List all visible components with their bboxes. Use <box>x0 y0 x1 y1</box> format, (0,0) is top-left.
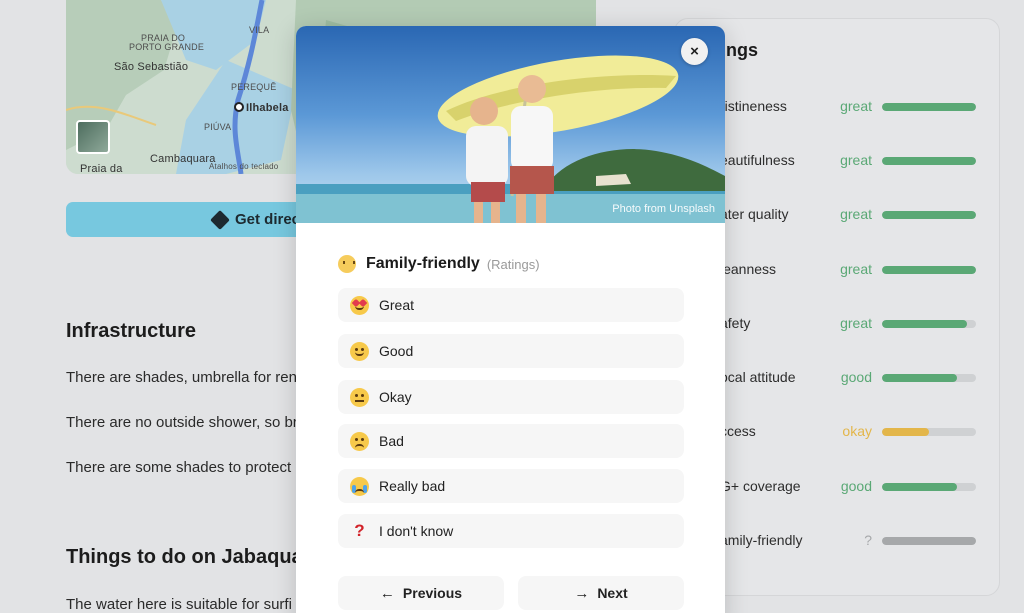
rating-name: ristineness <box>720 98 787 114</box>
rating-bar-fill <box>882 374 958 382</box>
map-label: Cambaquara <box>150 153 216 165</box>
baby-face-icon <box>338 255 356 273</box>
option-dont-know[interactable]: ? I don't know <box>338 514 684 548</box>
rating-row: ater quality great <box>720 206 976 226</box>
rating-row: amily-friendly? <box>720 532 976 552</box>
things-to-do-text: The water here is suitable for surfi <box>66 596 292 613</box>
rating-bar <box>882 428 976 436</box>
infrastructure-text: There are shades, umbrella for ren <box>66 369 297 386</box>
rating-row: ristineness great <box>720 98 976 118</box>
rating-bar <box>882 211 976 219</box>
option-label: Bad <box>379 433 404 449</box>
question-subtitle: (Ratings) <box>486 256 540 272</box>
arrow-right-icon: → <box>574 584 590 602</box>
rating-bar-fill <box>882 103 976 111</box>
rating-value: good <box>840 478 872 494</box>
option-bad[interactable]: Bad <box>338 424 684 458</box>
arrow-left-icon: ← <box>379 584 395 602</box>
directions-diamond-icon <box>210 209 230 230</box>
question-header: Family-friendly (Ratings) <box>338 255 540 273</box>
map-label: São Sebastião <box>114 61 189 73</box>
rating-name: amily-friendly <box>720 532 803 548</box>
option-label: Really bad <box>379 478 446 494</box>
rating-name: leanness <box>720 261 777 277</box>
map-label: Atalhos do teclado <box>209 162 279 171</box>
rating-bar <box>882 266 976 274</box>
option-label: Good <box>379 343 414 359</box>
question-title: Family-friendly <box>366 255 480 272</box>
rating-name: ocal attitude <box>720 369 796 385</box>
map-label: Praia da <box>80 163 123 174</box>
rating-value: great <box>840 315 872 331</box>
option-okay[interactable]: Okay <box>338 380 684 414</box>
rating-bar-fill <box>882 428 929 436</box>
crying-face-icon <box>350 476 369 496</box>
option-label: I don't know <box>379 523 454 539</box>
option-label: Great <box>379 297 415 313</box>
option-really-bad[interactable]: Really bad <box>338 469 684 503</box>
rating-bar <box>882 374 976 382</box>
rating-bar <box>882 157 976 165</box>
smiling-face-icon <box>350 341 369 361</box>
rating-name: eautifulness <box>720 152 795 168</box>
rating-bar <box>882 103 976 111</box>
photo-credit: Photo from Unsplash <box>612 203 715 215</box>
infrastructure-text: There are no outside shower, so br <box>66 414 298 431</box>
rating-bar-fill <box>882 157 976 165</box>
infrastructure-heading: Infrastructure <box>66 320 197 342</box>
rating-bar-fill <box>882 266 976 274</box>
map-label: VILA <box>249 25 270 35</box>
rating-value: great <box>840 152 872 168</box>
rating-row: ccess okay <box>720 423 976 443</box>
rating-value: good <box>840 369 872 385</box>
neutral-face-icon <box>350 387 369 407</box>
rating-row: afety great <box>720 315 976 335</box>
option-great[interactable]: Great <box>338 288 684 322</box>
get-directions-label: Get direc <box>235 211 301 228</box>
map-layer-thumbnail[interactable] <box>76 120 110 154</box>
next-label: Next <box>597 585 628 601</box>
previous-button[interactable]: ← Previous <box>338 576 504 610</box>
close-button[interactable]: × <box>681 38 708 65</box>
rating-bar <box>882 483 976 491</box>
rating-bar-fill <box>882 320 967 328</box>
rating-value: great <box>840 206 872 222</box>
option-good[interactable]: Good <box>338 334 684 368</box>
rating-value: great <box>840 98 872 114</box>
rating-bar-fill <box>882 211 976 219</box>
rating-row: G+ coverage good <box>720 478 976 498</box>
rating-name: ccess <box>720 423 756 439</box>
rating-bar-fill <box>882 537 976 545</box>
previous-label: Previous <box>402 585 463 601</box>
rating-value: great <box>840 261 872 277</box>
rating-bar <box>882 537 976 545</box>
rating-name: G+ coverage <box>720 478 801 494</box>
rating-bar <box>882 320 976 328</box>
rating-bar-fill <box>882 483 958 491</box>
question-mark-icon: ? <box>354 521 365 540</box>
close-icon: × <box>690 43 699 60</box>
map-label: PEREQUÊ <box>231 82 277 92</box>
map-label: Ilhabela <box>246 102 289 114</box>
option-label: Okay <box>379 389 412 405</box>
map-label: PORTO GRANDE <box>129 42 205 52</box>
things-to-do-heading: Things to do on Jabaqua <box>66 546 303 568</box>
infrastructure-text: There are some shades to protect <box>66 459 292 476</box>
rating-modal: Photo from Unsplash × Family-friendly (R… <box>296 26 725 613</box>
ratings-title: ngs <box>726 40 759 60</box>
map-label: PIÚVA <box>204 122 232 132</box>
rating-row: eautifulness great <box>720 152 976 172</box>
beach-photo-graphic <box>296 55 725 223</box>
frowning-face-icon <box>350 431 369 451</box>
rating-name: ater quality <box>720 206 789 222</box>
beach-photo: Photo from Unsplash × <box>296 26 725 223</box>
rating-row: leanness great <box>720 261 976 281</box>
heart-eyes-face-icon <box>350 295 369 315</box>
rating-value: ? <box>864 532 872 548</box>
next-button[interactable]: → Next <box>518 576 684 610</box>
rating-value: okay <box>842 423 872 439</box>
rating-row: ocal attitude good <box>720 369 976 389</box>
get-directions-button[interactable]: Get direc <box>66 202 306 237</box>
